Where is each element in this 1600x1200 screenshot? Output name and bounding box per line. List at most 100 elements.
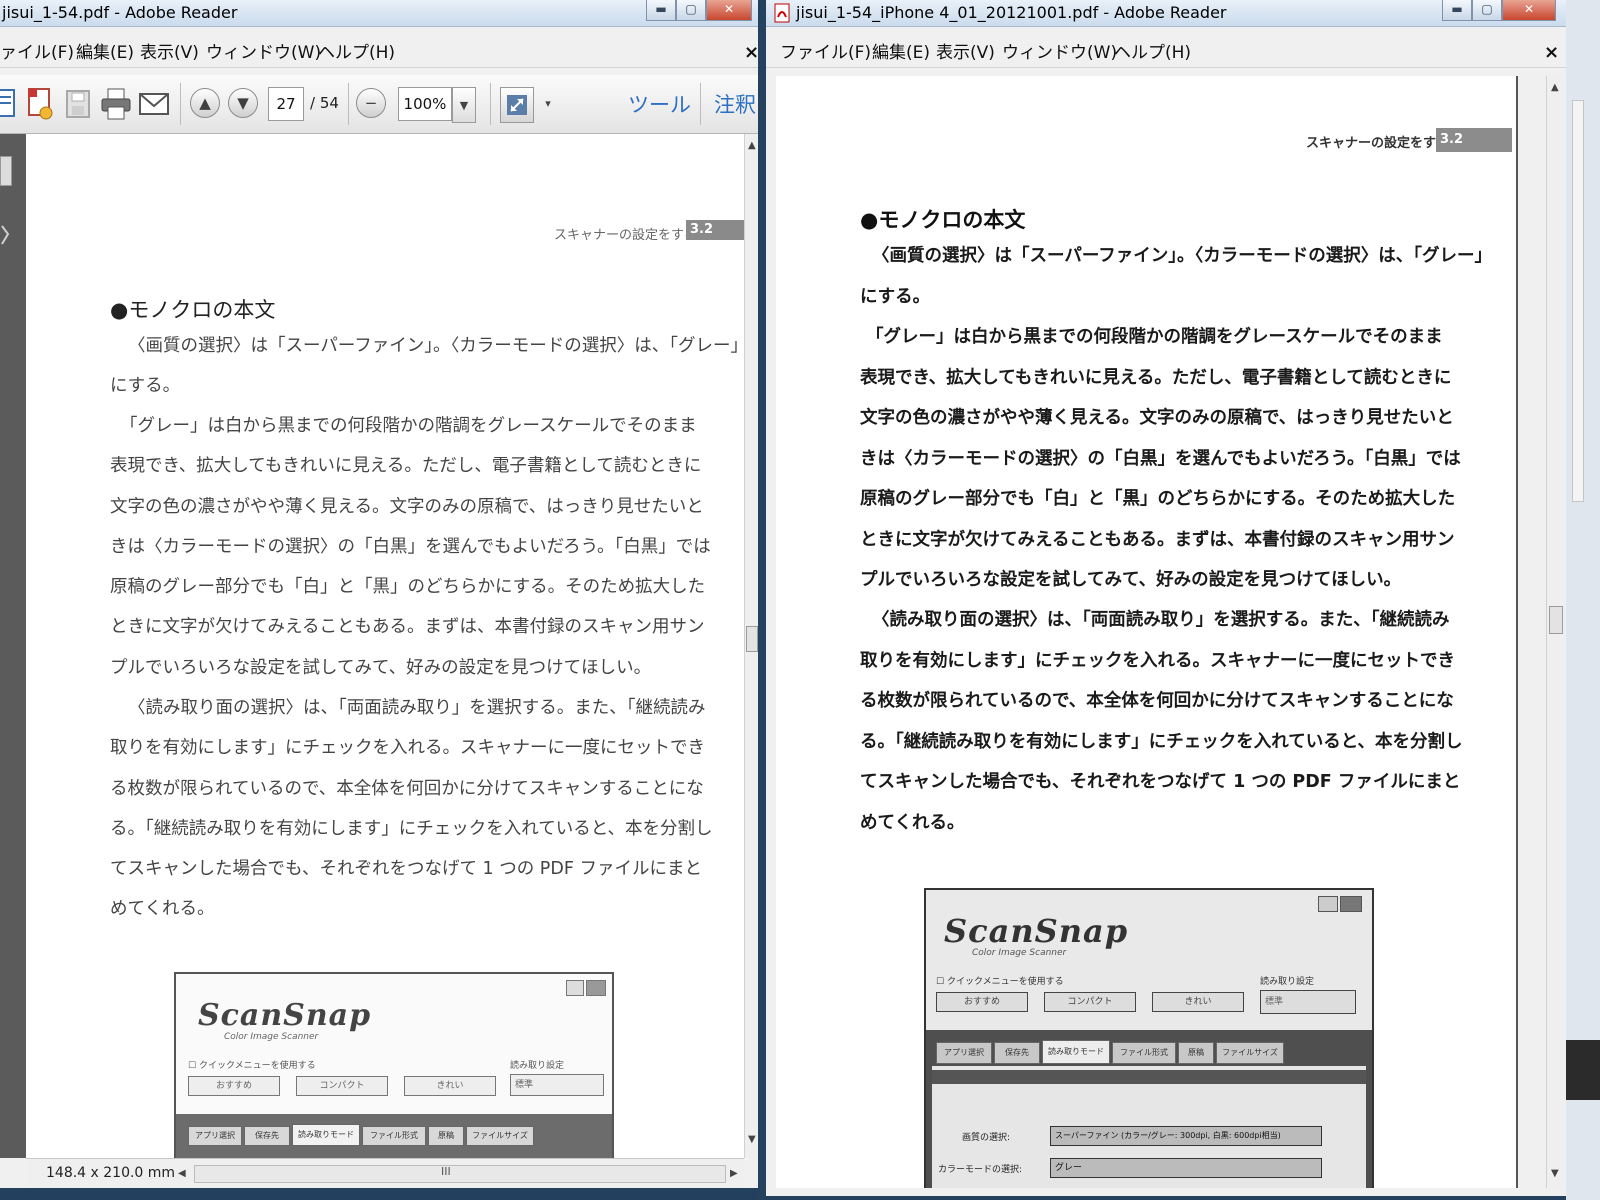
- scroll-thumb[interactable]: [746, 626, 758, 652]
- scansnap-tab-active: 読み取りモード: [1042, 1040, 1110, 1064]
- page-number-input[interactable]: 27: [268, 87, 304, 121]
- arrow-up-icon: ▲: [190, 88, 220, 118]
- zoom-level-input[interactable]: 100%: [398, 87, 452, 121]
- text-line: にする。: [110, 376, 181, 397]
- right-close-button[interactable]: ✕: [1502, 0, 1556, 21]
- desktop-background: [758, 0, 766, 1200]
- running-head: スキャナーの設定をする: [554, 228, 698, 243]
- right-window-title: jisui_1-54_iPhone 4_01_20121001.pdf - Ad…: [796, 3, 1227, 22]
- create-pdf-icon[interactable]: [0, 88, 16, 118]
- export-pdf-icon[interactable]: [26, 87, 56, 121]
- right-menu-file[interactable]: ファイル(F): [780, 39, 871, 67]
- page-thumbnails-icon[interactable]: [0, 156, 12, 186]
- email-icon[interactable]: [138, 91, 170, 117]
- section-number-box: 3.2: [1436, 128, 1512, 152]
- right-menu-help[interactable]: ヘルプ(H): [1114, 39, 1191, 67]
- left-menu-help[interactable]: ヘルプ(H): [318, 39, 395, 67]
- left-menu-edit[interactable]: 編集(E): [76, 39, 134, 67]
- toolbar-separator: [180, 83, 181, 125]
- text-line: る。「継続読み取りを有効にします」にチェックを入れていると、本を分割し: [110, 818, 713, 839]
- background-window-edge: [1566, 0, 1600, 1200]
- save-icon[interactable]: [64, 89, 92, 119]
- left-menu-file[interactable]: ァイル(F): [0, 39, 74, 67]
- text-line: 〈読み取り面の選択〉は、「両面読み取り」を選択する。また、「継続読み: [128, 698, 706, 718]
- background-dark-area: [1566, 1040, 1600, 1100]
- right-menu-window[interactable]: ウィンドウ(W): [1002, 39, 1117, 67]
- text-line: 原稿のグレー部分でも「白」と「黒」のどちらかにする。そのため拡大した: [860, 489, 1456, 509]
- quick-menu-label: クイックメニューを使用する: [946, 977, 1064, 987]
- text-line: きは〈カラーモードの選択〉の「白黒」を選んでもよいだろう。「白黒」では: [860, 448, 1461, 469]
- right-title-bar[interactable]: jisui_1-54_iPhone 4_01_20121001.pdf - Ad…: [766, 0, 1566, 27]
- right-document-close-icon[interactable]: ×: [1544, 39, 1559, 67]
- color-mode-label: カラーモードの選択:: [938, 1165, 1023, 1175]
- text-line: プルでいろいろな設定を試してみて、好みの設定を見つけてほしい。: [110, 657, 652, 678]
- right-minimize-button[interactable]: ▬: [1442, 0, 1472, 21]
- paragraph-2: 「グレー」は白から黒までの何段階かの階調をグレースケールでそのまま 表現でき、拡…: [110, 406, 711, 688]
- left-title-bar[interactable]: jisui_1-54.pdf - Adobe Reader ▬ ▢ ✕: [0, 0, 758, 27]
- scansnap-tab: 原稿: [1178, 1042, 1214, 1064]
- read-settings-label: 読み取り設定: [510, 1061, 565, 1071]
- scansnap-screenshot: ScanSnap Color Image Scanner ☐ クイックメニューを…: [174, 972, 614, 1158]
- text-line: る枚数が限られているので、本全体を何回かに分けてスキャンすることにな: [860, 691, 1454, 711]
- previous-page-button[interactable]: ▲: [190, 88, 220, 118]
- scansnap-tab-header-bar: [932, 1070, 1366, 1084]
- paperclip-icon[interactable]: [0, 224, 10, 248]
- scansnap-tab-body: 画質の選択: スーパーファイン (カラー/グレー: 300dpi, 白黒: 60…: [932, 1066, 1366, 1188]
- close-icon: [1340, 896, 1362, 912]
- left-menu-bar: ァイル(F) 編集(E) 表示(V) ウィンドウ(W) ヘルプ(H) ×: [0, 39, 758, 68]
- left-document-close-icon[interactable]: ×: [744, 39, 758, 67]
- paragraph-2: 「グレー」は白から黒までの何段階かの階調をグレースケールでそのまま 表現でき、拡…: [860, 317, 1461, 601]
- right-maximize-button[interactable]: ▢: [1472, 0, 1502, 21]
- zoom-out-button[interactable]: −: [356, 88, 386, 118]
- next-page-button[interactable]: ▼: [228, 88, 258, 118]
- paragraph-3: 〈読み取り面の選択〉は、「両面読み取り」を選択する。また、「継続読み 取りを有効…: [110, 688, 713, 930]
- expand-icon: [507, 95, 527, 115]
- scansnap-tab: 保存先: [994, 1042, 1040, 1064]
- text-line: プルでいろいろな設定を試してみて、好みの設定を見つけてほしい。: [860, 570, 1402, 590]
- right-menu-edit[interactable]: 編集(E): [872, 39, 930, 67]
- zoom-dropdown-button[interactable]: ▼: [452, 87, 476, 123]
- preset-button: きれい: [1152, 992, 1244, 1012]
- left-menu-view[interactable]: 表示(V): [140, 39, 199, 67]
- preset-button: きれい: [404, 1076, 496, 1096]
- text-line: ときに文字が欠けてみえることもある。まずは、本書付録のスキャン用サン: [110, 617, 705, 638]
- scansnap-screenshot: ScanSnap Color Image Scanner ☐ クイックメニューを…: [924, 888, 1374, 1188]
- right-menu-view[interactable]: 表示(V): [936, 39, 995, 67]
- section-heading: ●モノクロの本文: [110, 298, 276, 322]
- tools-pane-button[interactable]: ツール: [628, 89, 691, 119]
- comment-pane-button[interactable]: 注釈: [714, 89, 756, 119]
- scroll-down-icon[interactable]: ▼: [1551, 1168, 1559, 1179]
- scroll-right-icon[interactable]: ▶: [730, 1168, 738, 1179]
- left-menu-window[interactable]: ウィンドウ(W): [206, 39, 321, 67]
- left-close-button[interactable]: ✕: [706, 0, 752, 21]
- scroll-down-icon[interactable]: ▼: [748, 1134, 756, 1145]
- scansnap-tab-strip: アプリ選択 保存先 読み取りモード ファイル形式 原稿 ファイルサイズ 画質の選…: [926, 1030, 1372, 1188]
- toolbar-overflow-icon[interactable]: ▾: [540, 93, 556, 113]
- text-line: 〈画質の選択〉は「スーパーファイン」。〈カラーモードの選択〉は、「グレー」: [128, 336, 744, 356]
- text-line: めてくれる。: [110, 899, 215, 920]
- text-line: る。「継続読み取りを有効にします」にチェックを入れていると、本を分割し: [860, 731, 1463, 752]
- right-vertical-scrollbar[interactable]: ▲ ▼: [1546, 76, 1565, 1188]
- right-window-buttons: ▬ ▢ ✕: [1442, 0, 1556, 21]
- horizontal-scroll-thumb[interactable]: III: [194, 1165, 726, 1183]
- scroll-up-icon[interactable]: ▲: [1551, 82, 1559, 93]
- right-document-page: スキャナーの設定をする 3.2 ●モノクロの本文 〈画質の選択〉は「スーパーファ…: [776, 76, 1518, 1188]
- help-icon: [566, 980, 584, 996]
- left-reader-window: jisui_1-54.pdf - Adobe Reader ▬ ▢ ✕ ァイル(…: [0, 0, 758, 1188]
- paragraph-1: 〈画質の選択〉は「スーパーファイン」。〈カラーモードの選択〉は、「グレー」 にす…: [860, 236, 1492, 317]
- fit-page-button[interactable]: [500, 87, 534, 123]
- scansnap-tab: ファイル形式: [1112, 1042, 1176, 1064]
- left-vertical-scrollbar[interactable]: ▲ ▼: [744, 134, 758, 1158]
- left-maximize-button[interactable]: ▢: [676, 0, 706, 21]
- scansnap-sublogo: Color Image Scanner: [224, 1032, 319, 1042]
- scroll-up-icon[interactable]: ▲: [748, 140, 756, 151]
- scroll-thumb[interactable]: [1549, 606, 1563, 634]
- print-icon[interactable]: [100, 87, 132, 121]
- quality-select: スーパーファイン (カラー/グレー: 300dpi, 白黒: 600dpi相当): [1050, 1126, 1322, 1146]
- text-line: にする。: [860, 286, 931, 307]
- page-total-label: / 54: [310, 94, 339, 112]
- left-minimize-button[interactable]: ▬: [646, 0, 676, 21]
- left-document-page: スキャナーの設定をする 3.2 ●モノクロの本文 〈画質の選択〉は「スーパーファ…: [26, 134, 744, 1158]
- arrow-down-icon: ▼: [228, 88, 258, 118]
- scroll-left-icon[interactable]: ◀: [178, 1168, 186, 1179]
